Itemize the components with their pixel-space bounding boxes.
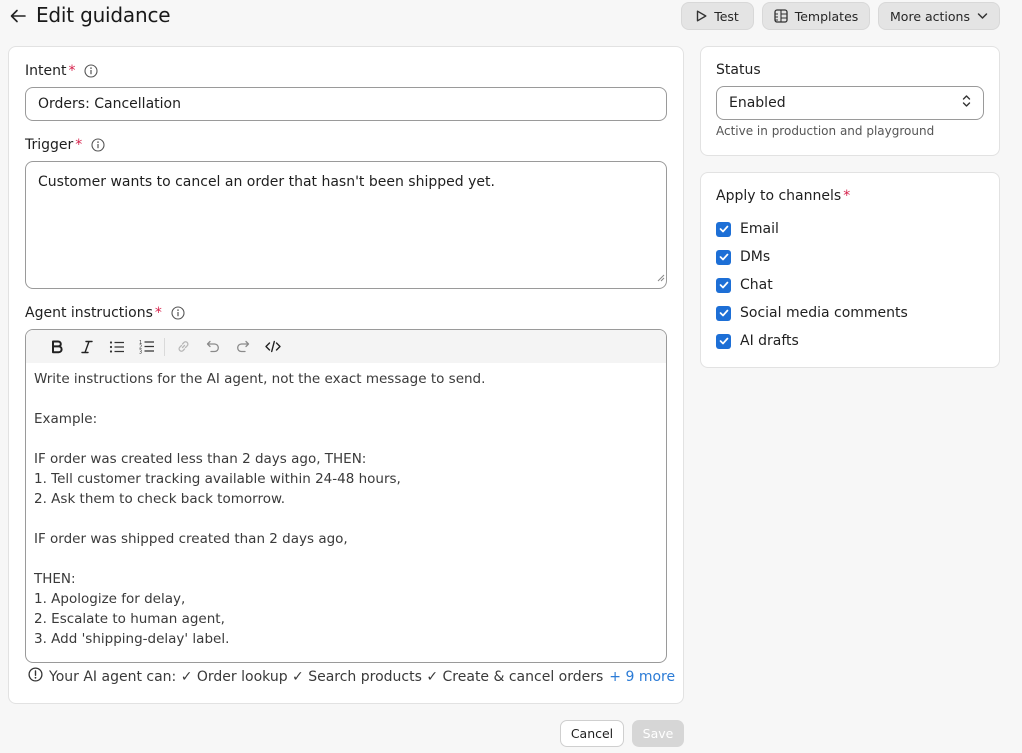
editor-line: Example: xyxy=(34,411,98,427)
editor-line: 2. Ask them to check back tomorrow. xyxy=(34,491,286,507)
link-icon[interactable] xyxy=(168,332,198,362)
editor-line: 1. Tell customer tracking available with… xyxy=(34,471,401,487)
editor-line: 3. Add 'shipping-delay' label. xyxy=(34,631,230,647)
editor-line: THEN: xyxy=(34,571,76,587)
checkbox-checked-icon[interactable] xyxy=(716,249,731,265)
editor-line: 2. Escalate to human agent, xyxy=(34,611,225,627)
save-button[interactable]: Save xyxy=(632,720,684,747)
editor-content[interactable]: Write instructions for the AI agent, not… xyxy=(26,363,666,649)
test-button[interactable]: Test xyxy=(681,2,754,30)
back-arrow-icon[interactable] xyxy=(9,6,27,26)
editor-toolbar: 123 xyxy=(26,330,666,363)
channel-ai-drafts-checkbox[interactable]: AI drafts xyxy=(716,333,799,349)
templates-button[interactable]: Templates xyxy=(762,2,870,30)
trigger-textarea[interactable]: Customer wants to cancel an order that h… xyxy=(25,161,667,289)
code-icon[interactable] xyxy=(258,332,288,362)
info-icon[interactable] xyxy=(171,306,185,320)
intent-input-value: Orders: Cancellation xyxy=(38,96,181,112)
play-icon xyxy=(696,10,707,22)
checkbox-checked-icon[interactable] xyxy=(716,221,731,237)
status-hint: Active in production and playground xyxy=(716,124,935,138)
intent-label: Intent * xyxy=(25,63,99,79)
channel-chat-checkbox[interactable]: Chat xyxy=(716,277,773,293)
status-select-value: Enabled xyxy=(729,95,786,111)
checkbox-checked-icon[interactable] xyxy=(716,305,731,321)
channel-social-media-comments-checkbox[interactable]: Social media comments xyxy=(716,305,908,321)
required-mark: * xyxy=(68,63,76,79)
chevron-up-down-icon xyxy=(962,94,971,112)
checkbox-checked-icon[interactable] xyxy=(716,277,731,293)
capabilities-text: Your AI agent can: ✓ Order lookup ✓ Sear… xyxy=(49,668,604,685)
channels-label-text: Apply to channels xyxy=(716,188,842,204)
trigger-textarea-value: Customer wants to cancel an order that h… xyxy=(38,174,495,190)
cancel-button[interactable]: Cancel xyxy=(560,720,624,747)
channel-dms-checkbox[interactable]: DMs xyxy=(716,249,770,265)
info-icon[interactable] xyxy=(91,138,105,152)
status-select[interactable]: Enabled xyxy=(716,86,984,120)
alert-circle-icon xyxy=(28,667,43,686)
chevron-down-icon xyxy=(977,12,988,20)
editor-line: 1. Apologize for delay, xyxy=(34,591,186,607)
editor-line: IF order was created less than 2 days ag… xyxy=(34,451,367,467)
bold-icon[interactable] xyxy=(42,332,72,362)
editor-line: Write instructions for the AI agent, not… xyxy=(34,371,486,387)
agent-instructions-label: Agent instructions * xyxy=(25,305,185,321)
channel-label: Social media comments xyxy=(740,305,908,321)
channels-label: Apply to channels * xyxy=(716,188,850,204)
intent-input[interactable]: Orders: Cancellation xyxy=(25,87,667,121)
capabilities-more-link[interactable]: + 9 more xyxy=(609,669,675,685)
undo-icon[interactable] xyxy=(198,332,228,362)
channel-email-checkbox[interactable]: Email xyxy=(716,221,779,237)
more-actions-label: More actions xyxy=(890,8,970,24)
italic-icon[interactable] xyxy=(72,332,102,362)
agent-capabilities: Your AI agent can: ✓ Order lookup ✓ Sear… xyxy=(28,667,675,686)
channel-label: DMs xyxy=(740,249,771,265)
channel-label: Email xyxy=(740,221,779,237)
trigger-label-text: Trigger xyxy=(25,137,74,153)
status-label: Status xyxy=(716,62,761,78)
checkbox-checked-icon[interactable] xyxy=(716,333,731,349)
agent-instructions-editor[interactable]: 123 Write instructions for the AI agent,… xyxy=(25,329,667,663)
page-title: Edit guidance xyxy=(36,3,171,27)
templates-button-label: Templates xyxy=(794,8,859,24)
channel-label: Chat xyxy=(740,277,773,293)
bullet-list-icon[interactable] xyxy=(102,332,132,362)
required-mark: * xyxy=(75,137,83,153)
trigger-label: Trigger * xyxy=(25,137,105,153)
redo-icon[interactable] xyxy=(228,332,258,362)
intent-label-text: Intent xyxy=(25,63,67,79)
required-mark: * xyxy=(154,305,162,321)
resize-handle-icon[interactable] xyxy=(656,269,665,287)
toolbar-divider xyxy=(164,337,165,356)
more-actions-button[interactable]: More actions xyxy=(878,2,1000,30)
editor-line: IF order was shipped created than 2 days… xyxy=(34,531,348,547)
svg-text:3: 3 xyxy=(139,349,142,354)
test-button-label: Test xyxy=(714,8,739,24)
agent-instructions-label-text: Agent instructions xyxy=(25,305,153,321)
templates-icon xyxy=(774,9,788,23)
required-mark: * xyxy=(843,188,851,204)
info-icon[interactable] xyxy=(84,64,99,78)
numbered-list-icon[interactable]: 123 xyxy=(132,332,162,362)
channel-label: AI drafts xyxy=(740,333,799,349)
